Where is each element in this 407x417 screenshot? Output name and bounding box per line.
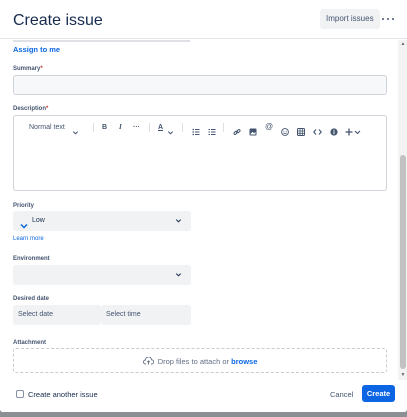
numbered-list-icon[interactable] [208,123,216,141]
bold-icon[interactable]: B [102,123,107,132]
description-label-text: Description [13,106,47,112]
dropzone-text: Drop files to attach or [157,357,230,366]
environment-label: Environment [13,256,50,262]
image-icon[interactable] [249,123,257,141]
mention-icon[interactable]: @ [265,122,273,131]
text-style-chevron-icon[interactable] [72,123,79,141]
desired-date-label: Desired date [13,296,50,302]
summary-label: Summary* [13,66,43,72]
required-mark: * [40,66,43,72]
summary-input[interactable] [13,75,387,95]
priority-select[interactable]: Low [13,211,191,231]
more-formatting-icon[interactable]: ··· [133,123,140,132]
link-icon[interactable] [233,123,241,141]
browse-link[interactable]: browse [231,357,257,366]
description-editor[interactable]: Normal text B I ··· A @ [13,115,387,191]
create-issue-dialog: Create issue Import issues Assign to me … [0,0,407,412]
dialog-title: Create issue [13,12,103,29]
attachment-dropzone[interactable]: Drop files to attach or browse [13,348,387,373]
scroll-down-icon[interactable]: ▼ [399,372,407,378]
italic-icon[interactable]: I [119,123,122,132]
form-content[interactable]: Assign to me Summary* Description* Norma… [0,40,398,380]
date-picker[interactable]: Select date [13,305,101,325]
text-color-icon[interactable]: A [158,123,163,132]
attachment-label: Attachment [13,340,47,346]
table-icon[interactable] [297,123,305,141]
learn-more-link[interactable]: Learn more [13,236,44,242]
more-horizontal-icon [392,18,395,21]
scrollbar-thumb[interactable] [400,155,406,369]
cancel-button[interactable]: Cancel [330,390,353,399]
insert-plus-icon[interactable] [345,123,361,141]
create-another-label[interactable]: Create another issue [28,390,98,399]
import-issues-button[interactable]: Import issues [320,9,380,29]
description-label: Description* [13,106,48,112]
bullet-list-icon[interactable] [192,123,200,141]
more-horizontal-icon [382,18,385,21]
toolbar-separator [223,123,224,132]
emoji-icon[interactable] [281,123,289,141]
chevron-down-icon [175,217,182,226]
code-icon[interactable] [313,123,322,141]
date-placeholder: Select date [18,311,54,318]
summary-label-text: Summary [13,66,41,72]
info-icon[interactable] [330,123,338,141]
chevron-down-icon [175,271,182,280]
priority-value: Low [32,217,45,224]
editor-toolbar: Normal text B I ··· A @ [14,116,386,138]
required-mark: * [46,106,49,112]
toolbar-separator [149,123,150,132]
dialog-header: Create issue Import issues [0,0,407,39]
toolbar-separator [182,123,183,132]
text-style-dropdown[interactable]: Normal text [29,123,65,132]
priority-low-icon [20,217,28,235]
assign-to-me-link[interactable]: Assign to me [13,45,60,54]
more-horizontal-icon [387,18,390,21]
create-another-checkbox[interactable] [16,390,24,398]
time-placeholder: Select time [106,311,141,318]
more-options-button[interactable] [380,9,396,29]
environment-select[interactable] [13,265,191,285]
dialog-footer: Create another issue Cancel Create [0,380,407,412]
text-color-chevron-icon[interactable] [167,123,174,141]
priority-label: Priority [13,203,35,209]
cloud-upload-icon [142,356,154,367]
previous-field-bottom [13,40,190,42]
dropzone-content: Drop files to attach or browse [14,356,386,367]
toolbar-separator [93,123,94,132]
time-picker[interactable]: Select time [101,305,191,325]
scroll-up-icon[interactable]: ▲ [399,41,407,47]
create-button[interactable]: Create [362,385,395,402]
